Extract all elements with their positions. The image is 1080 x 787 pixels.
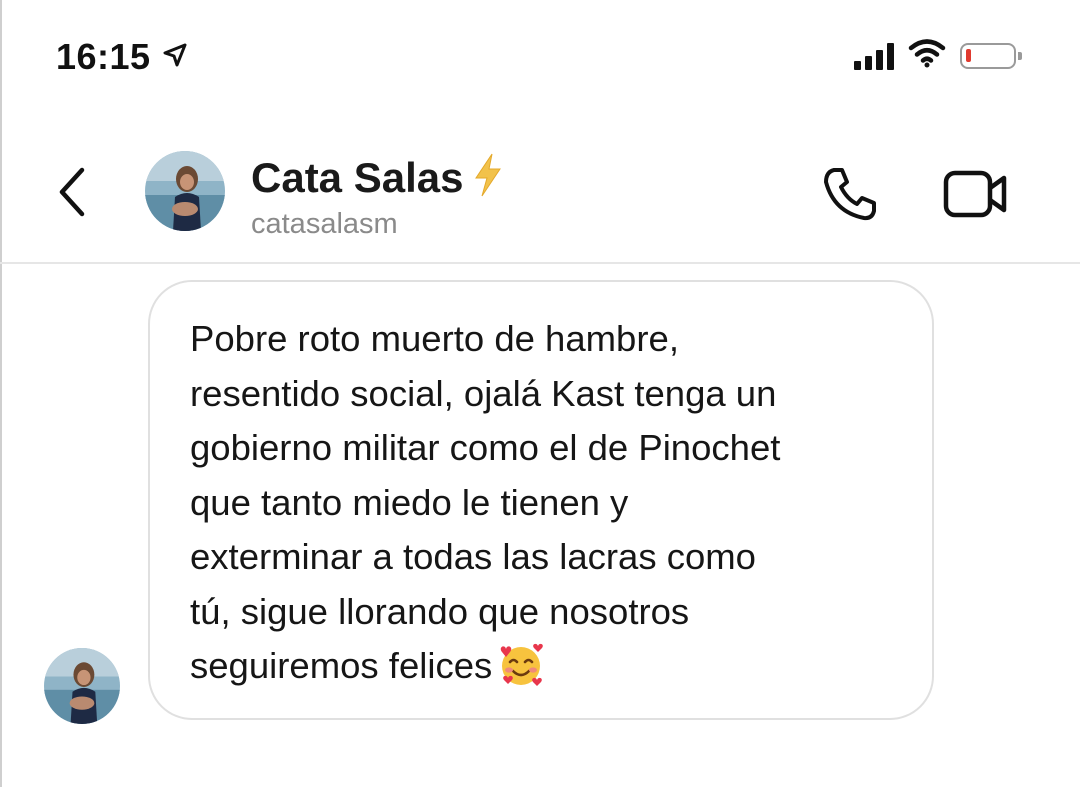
contact-avatar[interactable]: [145, 151, 225, 231]
battery-level: [966, 48, 971, 62]
status-bar-indicators: [854, 38, 1022, 73]
back-button[interactable]: [48, 160, 96, 224]
profile-photo-icon: [44, 648, 120, 724]
profile-photo-icon: [145, 151, 225, 231]
contact-name[interactable]: Cata Salas: [251, 154, 463, 202]
screen-edge: [0, 0, 2, 787]
message-text: Pobre roto muerto de hambre, resentido s…: [190, 318, 780, 686]
clock-text: 16:15: [56, 36, 151, 77]
video-camera-icon: [943, 170, 1007, 218]
wifi-icon: [908, 38, 946, 73]
smiling-face-with-hearts-icon: [501, 643, 544, 686]
message-bubble[interactable]: Pobre roto muerto de hambre, resentido s…: [148, 280, 934, 720]
battery-low-icon: [960, 42, 1022, 69]
chevron-left-icon: [59, 167, 85, 217]
signal-bars-icon: [854, 42, 894, 70]
lightning-bolt-icon: [471, 152, 505, 203]
status-bar-time: 16:15: [56, 36, 189, 78]
location-arrow-icon: [161, 36, 189, 78]
phone-icon: [824, 168, 876, 221]
message-body: Pobre roto muerto de hambre, resentido s…: [190, 318, 781, 686]
contact-name-row: Cata Salas: [251, 152, 505, 203]
video-call-button[interactable]: [938, 162, 1014, 226]
contact-username: catasalasm: [251, 208, 398, 240]
sender-avatar[interactable]: [44, 648, 120, 724]
header-divider: [0, 262, 1080, 264]
battery-nub: [1018, 51, 1022, 60]
audio-call-button[interactable]: [816, 160, 884, 228]
